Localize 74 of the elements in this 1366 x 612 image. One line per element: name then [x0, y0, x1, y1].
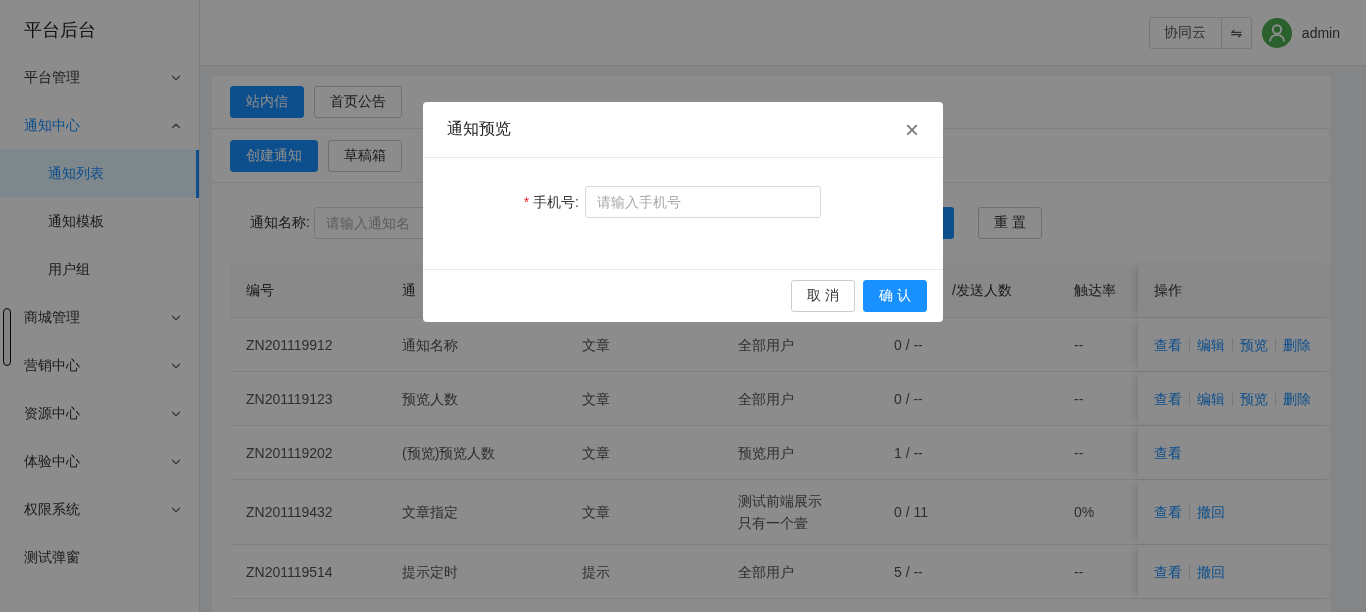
action-link[interactable]: 预览: [1232, 391, 1268, 406]
column-header: 编号: [246, 281, 274, 300]
phone-field[interactable]: 请输入手机号: [585, 186, 821, 218]
table-cell-text: ZN201119514: [246, 562, 333, 582]
scrollbar[interactable]: [3, 308, 11, 366]
action-link[interactable]: 预览: [1232, 337, 1268, 352]
menu-item[interactable]: 通知中心: [0, 102, 199, 150]
menu-item[interactable]: 资源中心: [0, 390, 199, 438]
phone-label: * 手机号:: [522, 193, 579, 212]
table-cell-text: 0 / 11: [894, 503, 928, 522]
table-cell-text: 5 / --: [894, 562, 923, 582]
table-cell-text: 预览用户: [738, 443, 794, 463]
dialog-title: 通知预览: [447, 119, 511, 139]
tab[interactable]: 首页公告: [314, 86, 402, 118]
table-cell-text: 提示: [582, 562, 610, 582]
tab[interactable]: 站内信: [230, 86, 304, 118]
create-button[interactable]: 创建通知: [230, 139, 318, 172]
table-cell-text: (预览)预览人数: [402, 443, 496, 463]
menu-item[interactable]: 权限系统: [0, 486, 199, 534]
table-cell-text: 测试前端展示只有一个壹: [738, 492, 823, 533]
table-cell-text: 全部用户: [738, 389, 794, 409]
drafts-button[interactable]: 草稿箱: [328, 139, 402, 172]
submenu-item[interactable]: 通知模板: [0, 198, 199, 246]
table-cell-text: --: [1074, 335, 1084, 355]
confirm-button[interactable]: 确 认: [863, 280, 927, 312]
table-cell-text: 文章: [582, 503, 610, 522]
table-cell-text: ZN201119432: [246, 503, 333, 522]
app-title: 平台后台: [23, 19, 97, 42]
org-button[interactable]: 协同云: [1148, 16, 1222, 49]
submenu-item[interactable]: 用户组: [0, 246, 199, 294]
table-cell-text: 提示定时: [402, 562, 458, 582]
action-link[interactable]: 删除: [1275, 391, 1311, 406]
table-cell-text: 文章: [582, 335, 610, 355]
action-link[interactable]: 查看: [1154, 564, 1182, 579]
action-link[interactable]: 查看: [1154, 337, 1182, 352]
table-cell-text: 预览人数: [402, 389, 458, 409]
cancel-button[interactable]: 取 消: [791, 280, 855, 312]
action-link[interactable]: 撤回: [1189, 505, 1225, 519]
table-cell-text: ZN201119123: [246, 389, 333, 409]
table-cell-text: 0 / --: [894, 335, 923, 355]
table-cell-text: ZN201119202: [246, 443, 333, 463]
table-cell-text: 文章: [582, 443, 610, 463]
action-link[interactable]: 查看: [1154, 445, 1182, 460]
action-link[interactable]: 删除: [1275, 337, 1311, 352]
column-header: 操作: [1154, 281, 1182, 300]
table-cell-text: 文章: [582, 389, 610, 409]
table-cell-text: 1 / --: [894, 443, 923, 463]
column-header: /发送人数: [952, 281, 1012, 300]
filter-label: 通知名称:: [250, 214, 310, 232]
action-link[interactable]: 查看: [1154, 505, 1182, 519]
menu-item[interactable]: 平台管理: [0, 54, 199, 102]
table-cell-text: 通知名称: [402, 335, 458, 355]
menu-item[interactable]: 体验中心: [0, 438, 199, 486]
table-cell-text: 文章指定: [402, 503, 458, 522]
table-cell-text: 0 / --: [894, 389, 923, 409]
reset-button[interactable]: 重 置: [977, 207, 1042, 239]
user-name[interactable]: admin: [1301, 24, 1340, 41]
table-cell-text: 0%: [1074, 503, 1095, 522]
action-link[interactable]: 编辑: [1189, 337, 1225, 352]
table-cell-text: --: [1074, 562, 1084, 582]
switch-button[interactable]: ⇋: [1221, 16, 1252, 49]
action-link[interactable]: 查看: [1154, 391, 1182, 406]
close-button[interactable]: ×: [901, 115, 923, 144]
table-cell-text: 全部用户: [738, 562, 794, 582]
action-link[interactable]: 编辑: [1189, 391, 1225, 406]
column-header: 通: [402, 281, 416, 300]
menu-item[interactable]: 测试弹窗: [0, 534, 199, 582]
table-cell-text: --: [1074, 443, 1084, 463]
column-header: 触达率: [1074, 281, 1116, 300]
table-cell-text: --: [1074, 389, 1084, 409]
table-cell-text: ZN201119912: [246, 335, 333, 355]
action-link[interactable]: 撤回: [1189, 564, 1225, 579]
table-cell-text: 全部用户: [738, 335, 794, 355]
submenu-item[interactable]: 通知列表: [0, 150, 199, 198]
